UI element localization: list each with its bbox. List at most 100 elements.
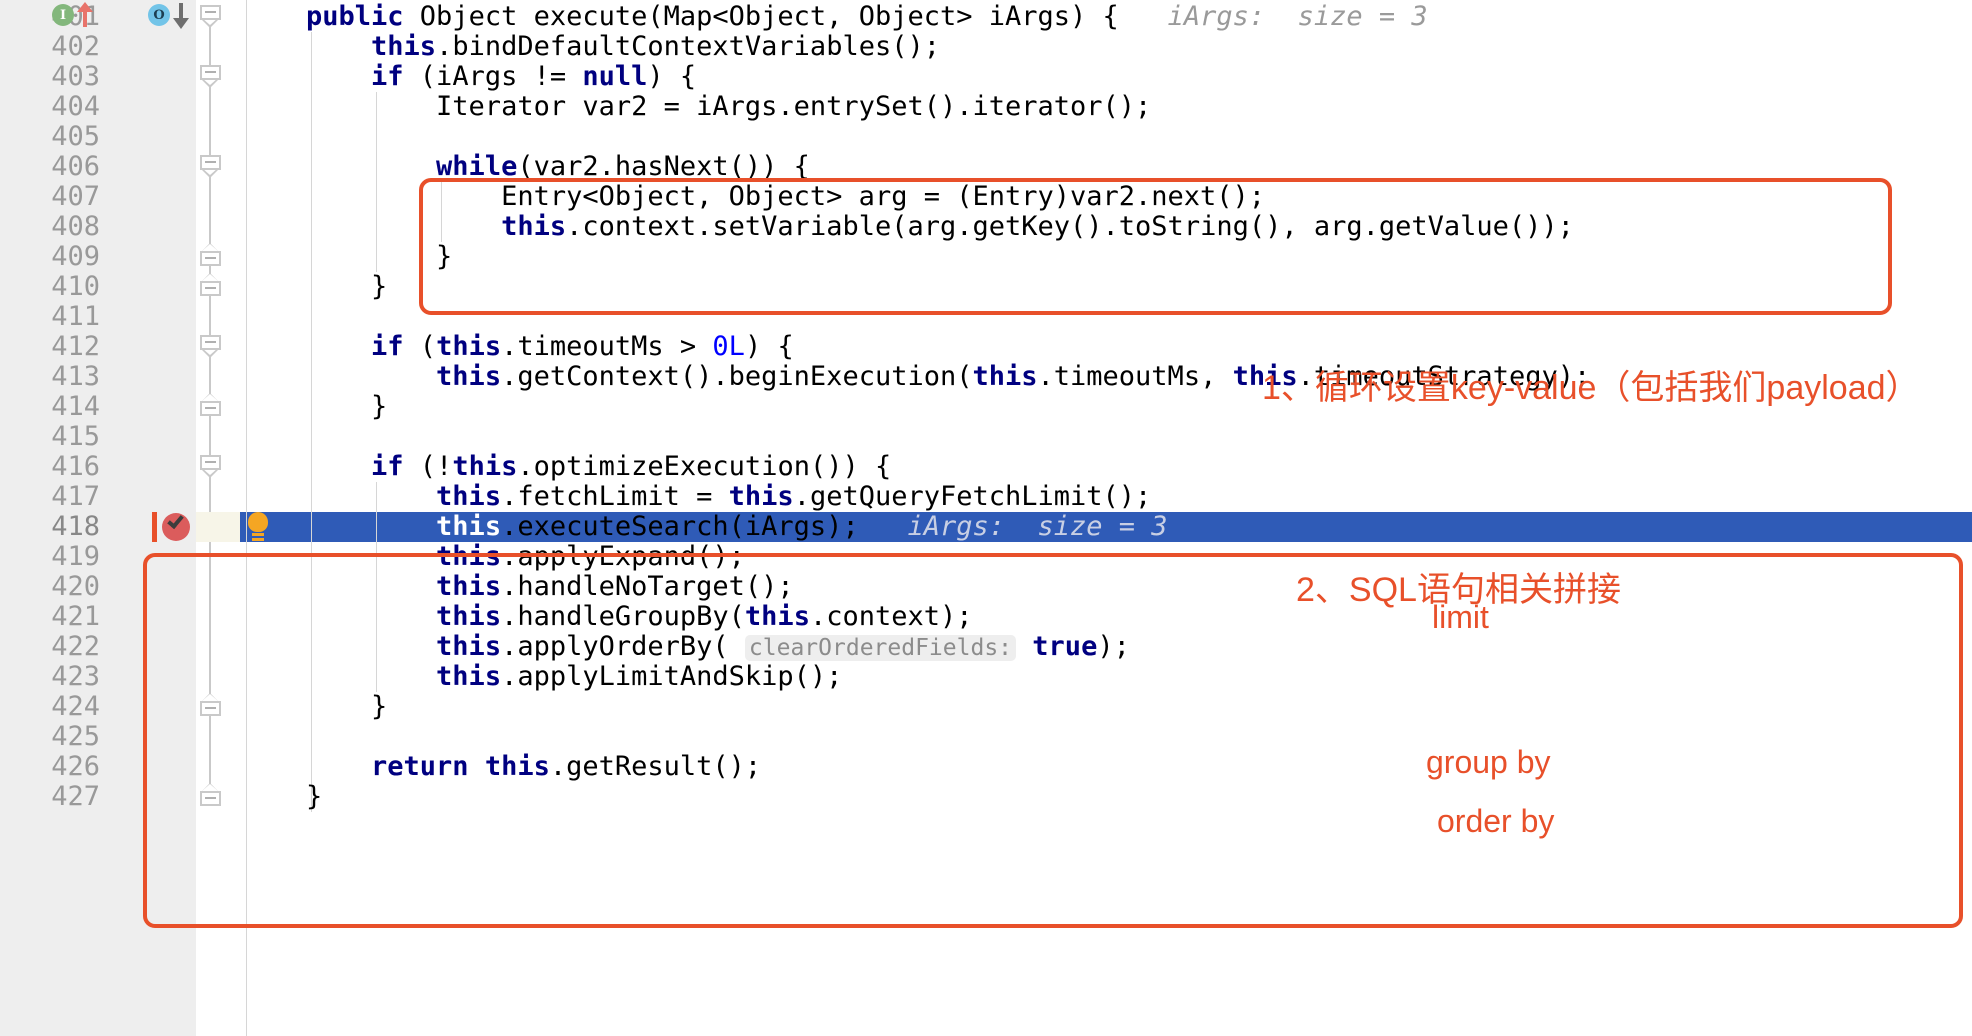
code-token: .context); [809, 601, 973, 632]
arrow-up-icon [77, 2, 93, 27]
line-number: 426 [51, 751, 100, 782]
code-line[interactable]: this.handleGroupBy(this.context); [306, 602, 1972, 632]
keyword-token: return [371, 751, 485, 782]
code-token: ( [403, 331, 437, 362]
code-line[interactable]: this.bindDefaultContextVariables(); [306, 32, 1972, 62]
fold-start-marker[interactable] [200, 65, 221, 88]
fold-end-marker[interactable] [200, 393, 221, 416]
code-line[interactable]: this.fetchLimit = this.getQueryFetchLimi… [306, 482, 1972, 512]
code-line[interactable]: this.handleNoTarget(); [306, 572, 1972, 602]
line-number: 413 [51, 361, 100, 392]
code-line[interactable]: this.applyExpand(); [306, 542, 1972, 572]
code-token: .context.setVariable(arg.getKey().toStri… [566, 211, 1574, 242]
fold-end-marker[interactable] [200, 783, 221, 806]
line-number: 424 [51, 691, 100, 722]
inlay-hint: iArgs: size = 3 [1135, 1, 1428, 32]
keyword-token: this [371, 31, 437, 62]
code-line[interactable]: if (iArgs != null) { [306, 62, 1972, 92]
code-line[interactable]: Iterator var2 = iArgs.entrySet().iterato… [306, 92, 1972, 122]
overriding-method-marker[interactable]: O [148, 3, 198, 29]
code-line[interactable]: } [306, 242, 1972, 272]
code-token: ) { [647, 61, 697, 92]
line-number: 407 [51, 181, 100, 212]
code-token: .handleNoTarget(); [501, 571, 794, 602]
code-line[interactable] [306, 722, 1972, 752]
keyword-token: while [436, 151, 518, 182]
keyword-token: this [436, 331, 502, 362]
code-line[interactable]: } [306, 782, 1972, 812]
keyword-token: if [371, 331, 404, 362]
keyword-token: this [436, 661, 502, 692]
code-line-current[interactable]: this.executeSearch(iArgs); iArgs: size =… [306, 512, 1972, 542]
breakpoint-stripe [152, 512, 157, 542]
code-token: } [306, 391, 388, 422]
annotation-group-by: group by [1426, 744, 1551, 780]
line-number: 418 [51, 511, 100, 542]
line-number: 409 [51, 241, 100, 272]
implements-icon[interactable]: I [52, 4, 74, 26]
code-line[interactable]: if (this.timeoutMs > 0L) { [306, 332, 1972, 362]
code-token: .optimizeExecution()) { [517, 451, 892, 482]
keyword-token: if [371, 61, 404, 92]
intention-bulb-icon[interactable] [246, 512, 270, 542]
line-number: 425 [51, 721, 100, 752]
code-line[interactable]: } [306, 692, 1972, 722]
line-number: 404 [51, 91, 100, 122]
fold-start-marker[interactable] [200, 5, 221, 28]
implementing-method-marker[interactable]: I [52, 2, 102, 28]
line-number: 423 [51, 661, 100, 692]
code-token: .getQueryFetchLimit(); [793, 481, 1152, 512]
code-line[interactable]: while(var2.hasNext()) { [306, 152, 1972, 182]
keyword-token: true [1032, 631, 1098, 662]
line-number: 403 [51, 61, 100, 92]
code-token: .fetchLimit = [501, 481, 729, 512]
keyword-token: this [436, 571, 502, 602]
keyword-token: public [306, 1, 420, 32]
code-line[interactable]: if (!this.optimizeExecution()) { [306, 452, 1972, 482]
fold-end-marker[interactable] [200, 273, 221, 296]
keyword-token: if [371, 451, 404, 482]
fold-end-marker[interactable] [200, 693, 221, 716]
keyword-token: this [728, 481, 794, 512]
keyword-token: this [501, 211, 567, 242]
code-line[interactable]: this.applyLimitAndSkip(); [306, 662, 1972, 692]
line-number: 408 [51, 211, 100, 242]
code-token: .timeoutMs > [501, 331, 713, 362]
code-text-area[interactable]: public Object execute(Map<Object, Object… [306, 0, 1972, 1036]
fold-end-marker[interactable] [200, 243, 221, 266]
code-line[interactable]: this.context.setVariable(arg.getKey().to… [306, 212, 1972, 242]
line-number: 419 [51, 541, 100, 572]
code-line[interactable] [306, 302, 1972, 332]
code-line[interactable]: this.applyOrderBy( clearOrderedFields: t… [306, 632, 1972, 662]
line-number: 405 [51, 121, 100, 152]
code-line[interactable]: public Object execute(Map<Object, Object… [306, 2, 1972, 32]
code-editor[interactable]: 401 402 403 404 405 406 407 408 409 410 411 412 413 4… [0, 0, 1972, 1036]
fold-start-marker[interactable] [200, 155, 221, 178]
code-line[interactable] [306, 422, 1972, 452]
fold-start-marker[interactable] [200, 455, 221, 478]
overrides-icon[interactable]: O [148, 4, 170, 26]
code-line[interactable]: return this.getResult(); [306, 752, 1972, 782]
breakpoint-icon[interactable] [162, 511, 190, 541]
keyword-token: this [436, 361, 502, 392]
line-number: 421 [51, 601, 100, 632]
line-number: 417 [51, 481, 100, 512]
code-line[interactable]: Entry<Object, Object> arg = (Entry)var2.… [306, 182, 1972, 212]
code-token: .bindDefaultContextVariables(); [436, 31, 940, 62]
code-line[interactable]: } [306, 272, 1972, 302]
code-token: ); [1097, 631, 1130, 662]
code-token: .getResult(); [549, 751, 762, 782]
line-number: 410 [51, 271, 100, 302]
code-token: .applyOrderBy( [501, 631, 745, 662]
code-token: .applyLimitAndSkip(); [501, 661, 843, 692]
fold-start-marker[interactable] [200, 335, 221, 358]
code-token: .timeoutMs, [1037, 361, 1233, 392]
code-line[interactable] [306, 122, 1972, 152]
